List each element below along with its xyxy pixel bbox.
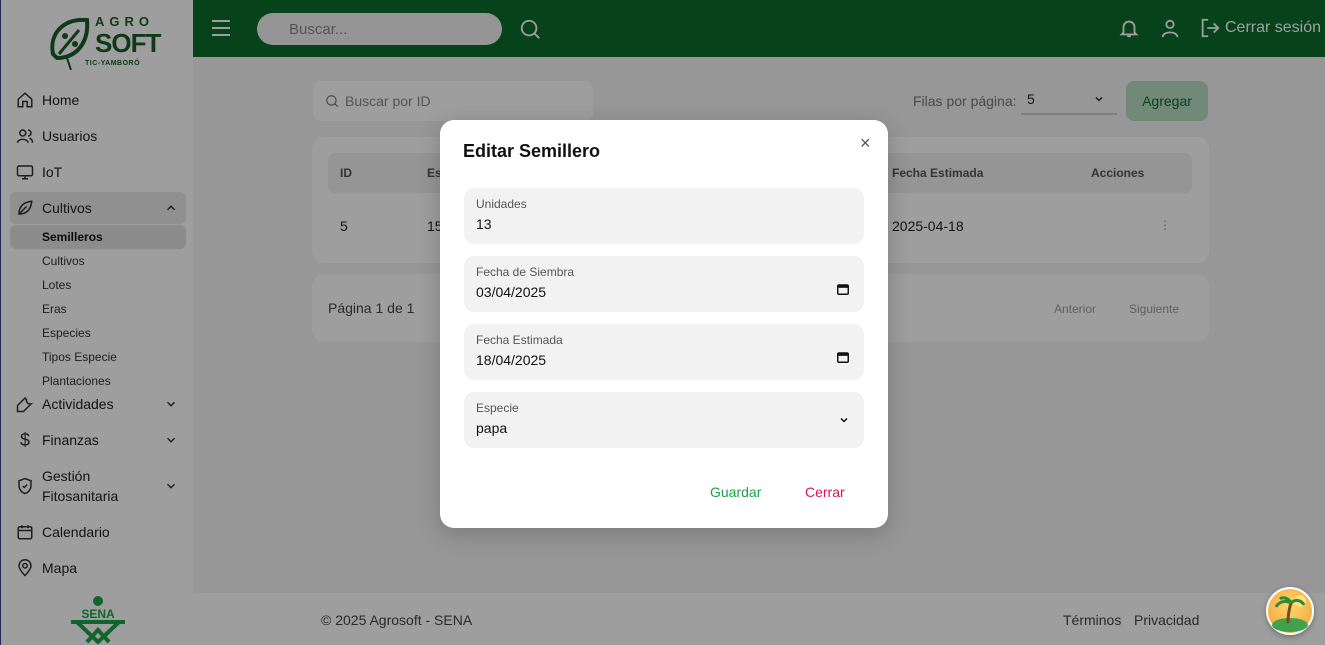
save-button[interactable]: Guardar xyxy=(710,484,761,500)
assistant-avatar[interactable] xyxy=(1266,587,1314,635)
field-label: Fecha Estimada xyxy=(476,333,563,347)
field-label: Especie xyxy=(476,401,519,415)
field-label: Fecha de Siembra xyxy=(476,265,575,279)
modal-title: Editar Semillero xyxy=(463,141,601,161)
cancel-button[interactable]: Cerrar xyxy=(805,484,845,500)
chevron-down-icon xyxy=(840,417,848,423)
palm-tree-icon xyxy=(1272,595,1308,632)
field-label: Unidades xyxy=(476,197,527,211)
field-value: papa xyxy=(476,420,508,436)
field-value: 13 xyxy=(476,216,492,232)
fecha-estimada-field[interactable]: Fecha Estimada 18/04/2025 xyxy=(464,324,864,380)
edit-semillero-modal: Editar Semillero × Unidades 13 Fecha de … xyxy=(440,120,888,528)
field-value: 03/04/2025 xyxy=(476,284,547,300)
unidades-field[interactable]: Unidades 13 xyxy=(464,188,864,244)
fecha-siembra-field[interactable]: Fecha de Siembra 03/04/2025 xyxy=(464,256,864,312)
calendar-icon[interactable] xyxy=(836,350,850,364)
especie-select[interactable]: Especie papa xyxy=(464,392,864,448)
calendar-icon[interactable] xyxy=(836,282,850,296)
field-value: 18/04/2025 xyxy=(476,352,547,368)
close-icon[interactable]: × xyxy=(860,133,871,154)
